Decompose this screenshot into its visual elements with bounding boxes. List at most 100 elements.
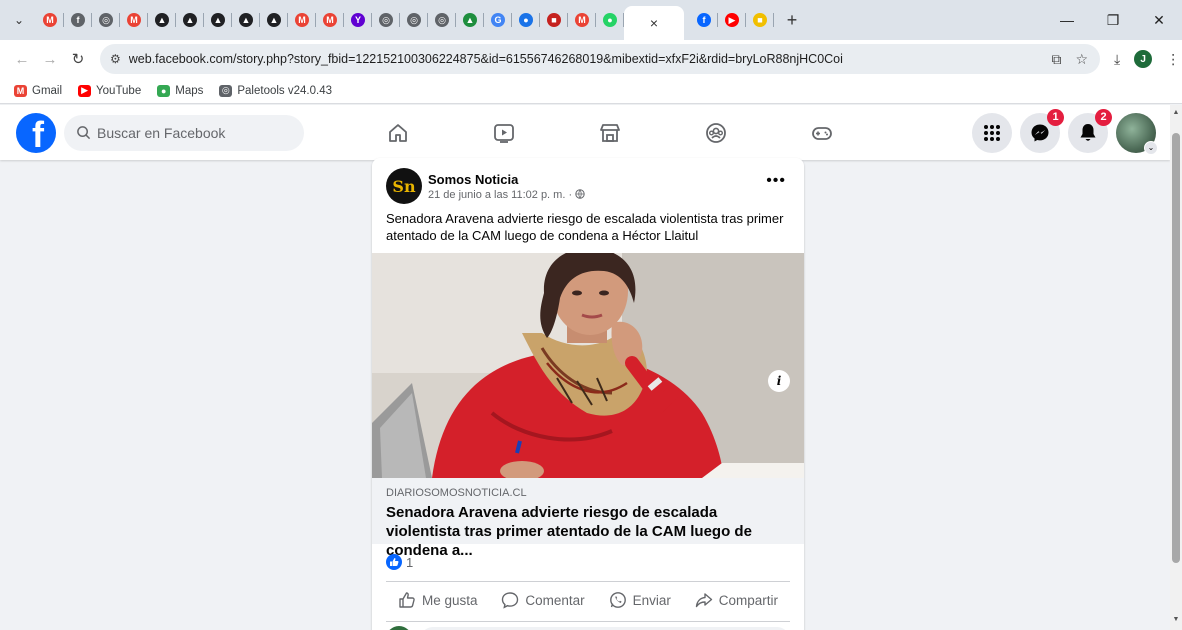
- tab-gmail-3[interactable]: M: [288, 0, 316, 40]
- nav-marketplace[interactable]: [557, 105, 663, 160]
- install-app-icon[interactable]: ⧉: [1051, 51, 1061, 68]
- forward-icon[interactable]: →: [36, 45, 64, 73]
- page-scrollbar[interactable]: ▲ ▼: [1170, 105, 1182, 630]
- tab-gmail-4-favicon-icon: M: [323, 13, 337, 27]
- notifications-button[interactable]: 2: [1068, 108, 1112, 153]
- nav-home[interactable]: [345, 105, 451, 160]
- scroll-up-arrow-icon[interactable]: ▲: [1170, 109, 1182, 121]
- post-card: Sn Somos Noticia 21 de junio a las 11:02…: [372, 158, 804, 630]
- bookmark-paletools-label: Paletools v24.0.43: [237, 84, 332, 97]
- home-icon: [389, 123, 407, 142]
- facebook-search-input[interactable]: Buscar en Facebook: [64, 114, 304, 151]
- post-text: Senadora Aravena advierte riesgo de esca…: [386, 211, 784, 243]
- like-button[interactable]: Me gusta: [398, 584, 477, 616]
- account-avatar[interactable]: ⌄: [1116, 112, 1158, 155]
- share-button[interactable]: Compartir: [695, 584, 778, 616]
- grid-menu-icon: [984, 124, 1000, 141]
- tab-chat-favicon-icon: ●: [519, 13, 533, 27]
- more-options-icon[interactable]: •••: [766, 172, 786, 190]
- back-icon[interactable]: ←: [8, 45, 36, 73]
- tab-chrome-1-favicon-icon: ◎: [99, 13, 113, 27]
- bookmark-gmail-label: Gmail: [32, 84, 63, 97]
- info-icon[interactable]: i: [768, 370, 790, 392]
- tab-chrome-2[interactable]: ◎: [372, 0, 400, 40]
- window-controls: — ❐ ✕: [1044, 0, 1182, 40]
- address-bar[interactable]: ⚙ web.facebook.com/story.php?story_fbid=…: [100, 44, 1100, 74]
- comment-user-avatar[interactable]: [386, 626, 412, 630]
- tab-drive[interactable]: ▲: [456, 0, 484, 40]
- share-icon: [695, 593, 712, 608]
- nav-video[interactable]: [451, 105, 557, 160]
- bell-icon: [1080, 123, 1096, 141]
- close-tab-icon[interactable]: ×: [650, 15, 658, 31]
- post-image[interactable]: [372, 253, 804, 478]
- scroll-thumb[interactable]: [1172, 133, 1180, 563]
- tab-a-1[interactable]: ▲: [148, 0, 176, 40]
- tab-gmail-1-favicon-icon: M: [43, 13, 57, 27]
- bookmark-paletools[interactable]: ◎ Paletools v24.0.43: [219, 84, 332, 97]
- tab-yahoo[interactable]: Y: [344, 0, 372, 40]
- scroll-down-arrow-icon[interactable]: ▼: [1170, 616, 1182, 628]
- page-avatar[interactable]: Sn: [386, 168, 422, 204]
- tab-chrome-4[interactable]: ◎: [428, 0, 456, 40]
- tab-youtube-favicon-icon: ▶: [725, 13, 739, 27]
- tab-chrome-2-favicon-icon: ◎: [379, 13, 393, 27]
- send-button[interactable]: Enviar: [609, 584, 671, 616]
- tab-spain[interactable]: ■: [746, 0, 774, 40]
- reaction-count: 1: [406, 554, 414, 570]
- menu-button[interactable]: [972, 112, 1012, 153]
- page-name[interactable]: Somos Noticia: [428, 172, 585, 187]
- tab-chrome-1[interactable]: ◎: [92, 0, 120, 40]
- tab-facebook-old-favicon-icon: f: [71, 13, 85, 27]
- tab-gmail-5-favicon-icon: M: [575, 13, 589, 27]
- site-settings-icon[interactable]: ⚙: [110, 52, 121, 66]
- tab-search-chevron-icon[interactable]: ⌄: [8, 9, 30, 31]
- messenger-button[interactable]: 1: [1020, 108, 1064, 153]
- actions-divider: [386, 581, 790, 582]
- url-text[interactable]: web.facebook.com/story.php?story_fbid=12…: [129, 52, 1052, 66]
- tab-facebook-old[interactable]: f: [64, 0, 92, 40]
- tab-gmail-2[interactable]: M: [120, 0, 148, 40]
- tab-a-5[interactable]: ▲: [260, 0, 288, 40]
- tab-google-favicon-icon: G: [491, 13, 505, 27]
- tab-flag[interactable]: ■: [540, 0, 568, 40]
- facebook-logo-icon[interactable]: f: [16, 112, 56, 153]
- download-icon[interactable]: ⤓: [1114, 51, 1120, 68]
- restore-icon[interactable]: ❐: [1090, 0, 1136, 40]
- tab-google[interactable]: G: [484, 0, 512, 40]
- tab-gmail-5[interactable]: M: [568, 0, 596, 40]
- bookmark-youtube[interactable]: ▶ YouTube: [78, 84, 141, 97]
- tab-chrome-3[interactable]: ◎: [400, 0, 428, 40]
- new-tab-button[interactable]: +: [778, 10, 806, 31]
- tab-facebook[interactable]: f: [690, 0, 718, 40]
- link-domain: DIARIOSOMOSNOTICIA.CL: [386, 487, 527, 499]
- tab-youtube[interactable]: ▶: [718, 0, 746, 40]
- search-placeholder: Buscar en Facebook: [97, 124, 226, 141]
- tab-a-1-favicon-icon: ▲: [155, 13, 169, 27]
- profile-avatar[interactable]: J: [1134, 50, 1153, 68]
- post-timestamp[interactable]: 21 de junio a las 11:02 p. m. ·: [428, 189, 585, 201]
- menu-kebab-icon[interactable]: ⋮: [1166, 51, 1180, 68]
- share-label: Compartir: [718, 592, 779, 608]
- link-preview[interactable]: DIARIOSOMOSNOTICIA.CL Senadora Aravena a…: [372, 478, 804, 559]
- tab-chat[interactable]: ●: [512, 0, 540, 40]
- reactions-summary[interactable]: 1: [386, 554, 413, 570]
- tab-whatsapp[interactable]: ●: [596, 0, 624, 40]
- tab-a-3[interactable]: ▲: [204, 0, 232, 40]
- tab-active[interactable]: ×: [624, 6, 684, 40]
- nav-gaming[interactable]: [769, 105, 875, 160]
- reload-icon[interactable]: ↻: [64, 45, 92, 73]
- bookmark-maps[interactable]: ● Maps: [157, 84, 203, 97]
- bookmark-star-icon[interactable]: ☆: [1075, 51, 1088, 68]
- bookmark-gmail[interactable]: M Gmail: [14, 84, 63, 97]
- tab-gmail-1[interactable]: M: [36, 0, 64, 40]
- nav-groups[interactable]: [663, 105, 769, 160]
- tab-gmail-4[interactable]: M: [316, 0, 344, 40]
- tab-a-4[interactable]: ▲: [232, 0, 260, 40]
- close-window-icon[interactable]: ✕: [1136, 0, 1182, 40]
- minimize-icon[interactable]: —: [1044, 0, 1090, 40]
- comment-button[interactable]: Comentar: [501, 584, 585, 616]
- notifications-badge: 2: [1095, 108, 1112, 126]
- tab-spain-favicon-icon: ■: [753, 13, 767, 27]
- tab-a-2[interactable]: ▲: [176, 0, 204, 40]
